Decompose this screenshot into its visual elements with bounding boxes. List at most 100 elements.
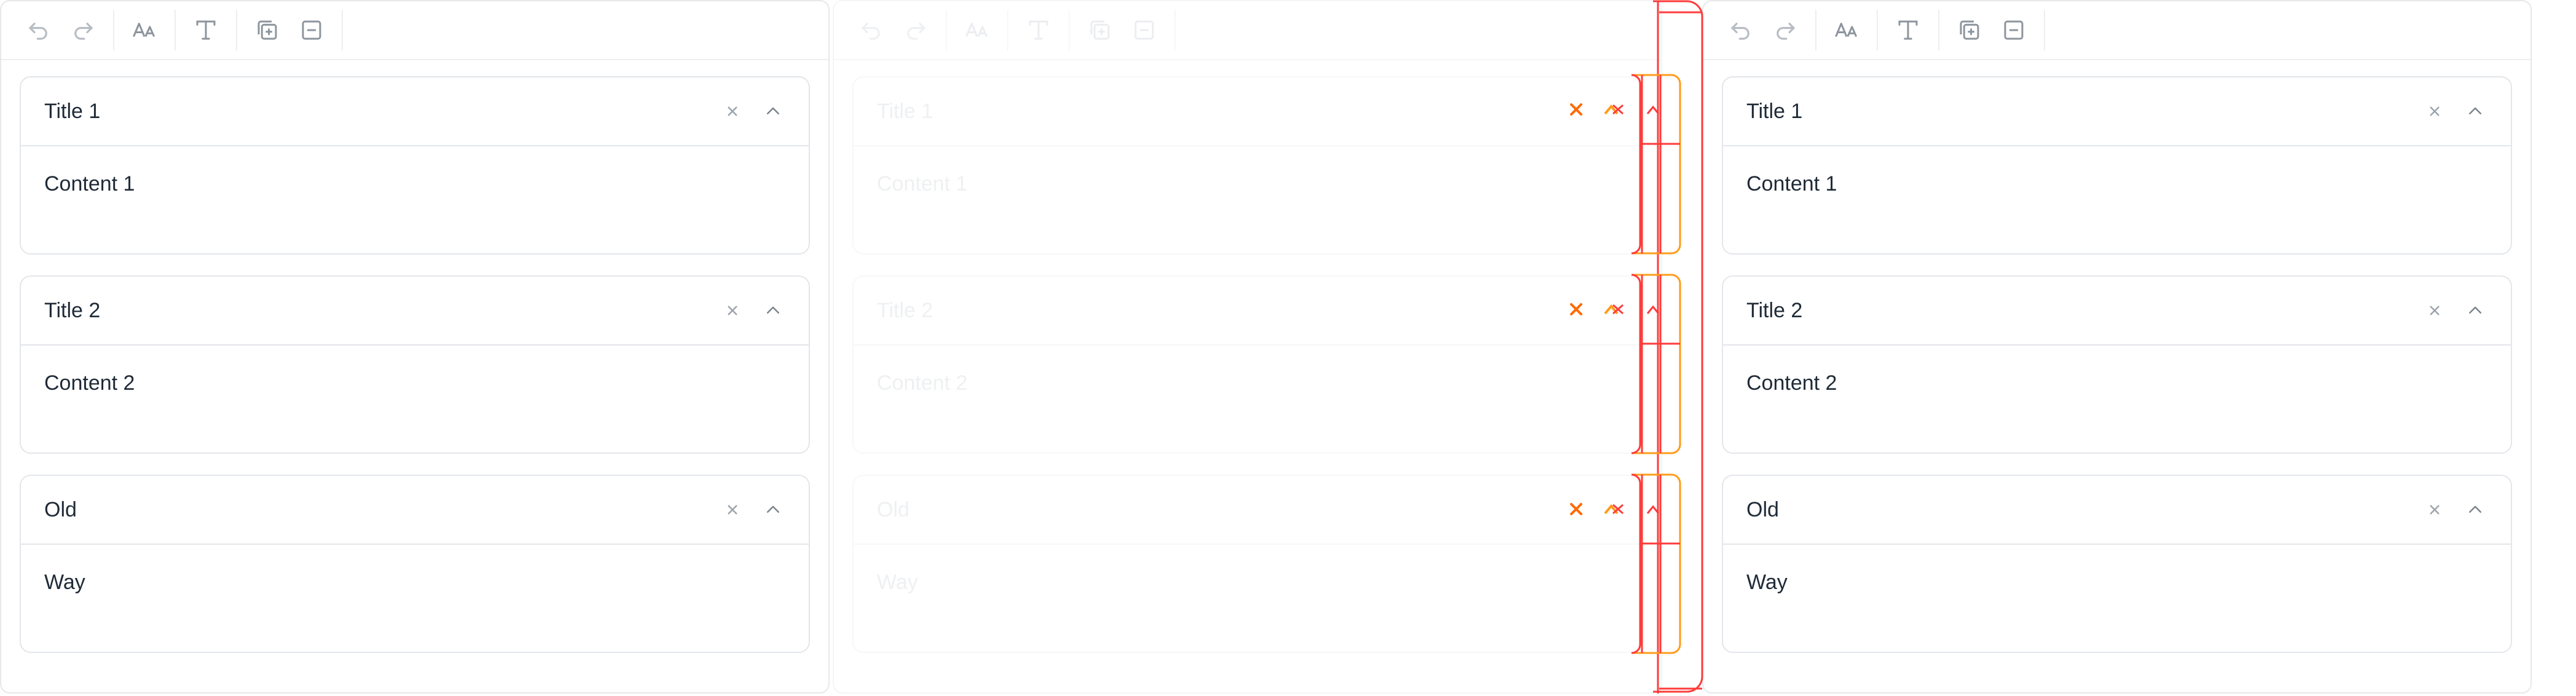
close-icon: [728, 505, 737, 515]
accordion-item: Old Way: [1722, 475, 2512, 653]
duplicate-button[interactable]: [249, 12, 285, 48]
accordion-title: Title 2: [1746, 298, 1803, 322]
chevron-up-icon: [2469, 306, 2481, 314]
font-size-icon: [965, 23, 988, 38]
close-button[interactable]: [2422, 298, 2447, 323]
duplicate-button[interactable]: [1952, 12, 1987, 48]
accordion-item: Old Way: [852, 475, 1643, 653]
undo-button[interactable]: [854, 12, 889, 48]
accordion-item: Title 2 Content 2: [1722, 275, 2512, 454]
chevron-up-icon: [767, 107, 779, 114]
remove-minus-icon: [302, 20, 321, 40]
accordion-panel-left: Title 1 Content 1 Title 2 Content 2 Old: [0, 0, 830, 694]
close-button[interactable]: [2422, 99, 2447, 124]
accordion-title: Title 1: [1746, 99, 1803, 123]
chevron-up-icon: [2469, 107, 2481, 114]
close-icon: [2430, 306, 2440, 315]
text-format-icon: [1029, 20, 1048, 40]
text-format-button[interactable]: [1021, 12, 1056, 48]
accordion-content: Way: [877, 571, 918, 594]
history-group: [854, 10, 947, 50]
collapse-button[interactable]: [761, 298, 785, 323]
close-button[interactable]: [2422, 497, 2447, 522]
redo-button[interactable]: [65, 12, 101, 48]
duplicate-button[interactable]: [1082, 12, 1118, 48]
format-group: [1878, 10, 1939, 50]
accordion-content: Content 1: [877, 172, 968, 196]
toolbar: [834, 1, 1661, 60]
accordion-header[interactable]: Title 1: [21, 77, 809, 146]
close-button[interactable]: [720, 99, 745, 124]
text-format-button[interactable]: [1890, 12, 1926, 48]
remove-button[interactable]: [1996, 12, 2032, 48]
accordion-title: Title 1: [877, 99, 933, 123]
remove-button[interactable]: [1126, 12, 1162, 48]
font-size-button[interactable]: [959, 12, 995, 48]
collapse-button[interactable]: [2463, 298, 2488, 323]
text-format-button[interactable]: [188, 12, 224, 48]
undo-button[interactable]: [1723, 12, 1759, 48]
redo-button[interactable]: [1767, 12, 1803, 48]
chevron-up-icon: [767, 306, 779, 314]
collapse-button[interactable]: [761, 99, 785, 124]
accordion-title: Old: [1746, 497, 1779, 521]
accordion-title: Title 1: [44, 99, 101, 123]
accordion-content: Content 2: [1746, 371, 1837, 395]
accordion-header[interactable]: Title 2: [21, 277, 809, 346]
accordion-header[interactable]: Title 2: [854, 277, 1641, 346]
remove-minus-icon: [2004, 20, 2024, 40]
close-button[interactable]: [720, 298, 745, 323]
accordion-content: Content 2: [44, 371, 135, 395]
redo-button[interactable]: [898, 12, 933, 48]
collapse-button[interactable]: [761, 497, 785, 522]
item-group: [1939, 10, 2045, 50]
format-group: [1008, 10, 1070, 50]
accordion-content: Way: [44, 571, 85, 594]
collapse-button[interactable]: [2463, 99, 2488, 124]
accordion-item: Title 1 Content 1: [20, 76, 810, 255]
accordion-header[interactable]: Title 2: [1723, 277, 2511, 346]
close-icon: [2430, 106, 2440, 116]
font-size-icon: [1835, 23, 1858, 38]
accordion-content: Content 1: [1746, 172, 1837, 196]
close-icon: [728, 306, 737, 315]
font-group: [114, 10, 176, 50]
duplicate-plus-icon: [1960, 20, 1979, 40]
toolbar: [1703, 1, 2531, 60]
accordion-title: Old: [877, 497, 909, 521]
item-group: [1070, 10, 1176, 50]
accordion-header[interactable]: Title 1: [854, 77, 1641, 146]
chevron-up-icon: [767, 505, 779, 513]
accordion-panel-right: Title 1 Content 1 Title 2 Content 2 Old: [1702, 0, 2532, 694]
close-icon: [2430, 505, 2440, 515]
accordion-header[interactable]: Old: [21, 476, 809, 545]
accordion-panel-center: Title 1 Content 1 Title 2 Content 2 Old …: [833, 0, 1662, 694]
redo-icon: [74, 22, 93, 40]
font-size-button[interactable]: [1829, 12, 1864, 48]
close-icon: [728, 106, 737, 116]
remove-button[interactable]: [294, 12, 329, 48]
accordion-header[interactable]: Title 1: [1723, 77, 2511, 146]
accordion-item: Title 1 Content 1: [852, 76, 1643, 255]
accordion-item: Title 2 Content 2: [20, 275, 810, 454]
undo-icon: [1730, 22, 1749, 40]
collapse-button[interactable]: [2463, 497, 2488, 522]
accordion-list: Title 1 Content 1 Title 2 Content 2 Old: [1703, 60, 2531, 653]
accordion-header[interactable]: Old: [1723, 476, 2511, 545]
font-size-button[interactable]: [127, 12, 162, 48]
accordion-title: Old: [44, 497, 77, 521]
accordion-header[interactable]: Old: [854, 476, 1641, 545]
redo-icon: [907, 22, 926, 40]
text-format-icon: [1898, 20, 1918, 40]
undo-button[interactable]: [21, 12, 57, 48]
chevron-up-icon: [2469, 505, 2481, 513]
redo-icon: [1777, 22, 1796, 40]
text-format-icon: [196, 20, 216, 40]
toolbar: [1, 1, 828, 60]
accordion-item: Title 2 Content 2: [852, 275, 1643, 454]
accordion-list: Title 1 Content 1 Title 2 Content 2 Old: [1, 60, 828, 653]
close-button[interactable]: [720, 497, 745, 522]
format-group: [176, 10, 237, 50]
history-group: [21, 10, 114, 50]
accordion-content: Content 1: [44, 172, 135, 196]
